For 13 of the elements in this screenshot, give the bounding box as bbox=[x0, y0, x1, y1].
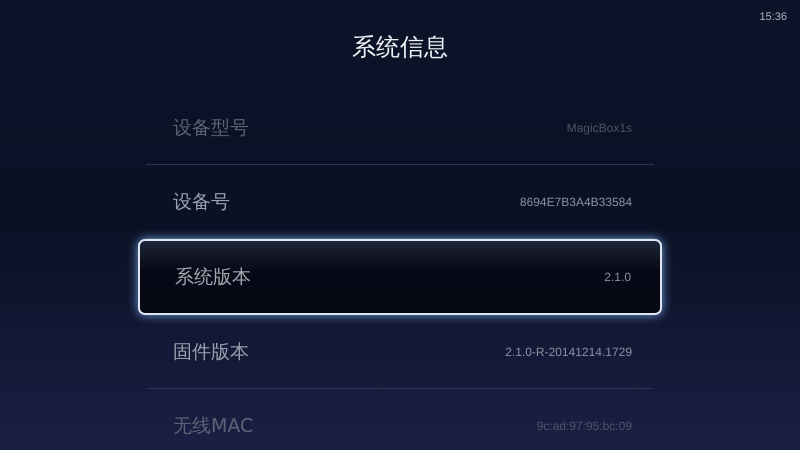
row-value: 2.1.0-R-20141214.1729 bbox=[505, 344, 632, 358]
clock-time: 15:36 bbox=[759, 11, 787, 25]
row-value: 8694E7B3A4B33584 bbox=[520, 194, 632, 208]
row-label: 系统版本 bbox=[175, 265, 251, 290]
row-label: 设备号 bbox=[173, 190, 230, 214]
info-row[interactable]: 固件版本 2.1.0-R-20141214.1729 bbox=[146, 315, 654, 389]
row-label: 固件版本 bbox=[173, 340, 249, 364]
page-title: 系统信息 bbox=[351, 32, 449, 63]
row-label: 无线MAC bbox=[173, 414, 254, 439]
info-row[interactable]: 系统版本 2.1.0 bbox=[138, 239, 662, 315]
row-value: 2.1.0 bbox=[604, 270, 631, 284]
row-value: MagicBox1s bbox=[566, 120, 632, 134]
row-label: 设备型号 bbox=[173, 116, 249, 140]
